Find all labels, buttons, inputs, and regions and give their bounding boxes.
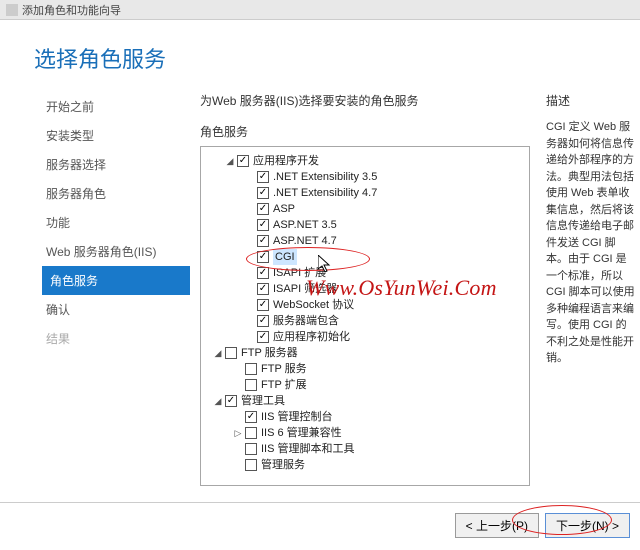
tree-label[interactable]: 应用程序初始化 (273, 329, 350, 345)
checkbox-app-dev[interactable] (237, 155, 249, 167)
tree-label[interactable]: FTP 服务器 (241, 345, 298, 361)
checkbox-aspnet-47[interactable] (257, 235, 269, 247)
checkbox-mgmt-tools[interactable] (225, 395, 237, 407)
sidebar-item-features[interactable]: 功能 (46, 208, 200, 237)
wizard-footer: < 上一步(P) 下一步(N) > (0, 502, 640, 550)
expand-icon[interactable]: ▷ (233, 428, 243, 438)
checkbox-websocket[interactable] (257, 299, 269, 311)
tree-label[interactable]: 应用程序开发 (253, 153, 319, 169)
checkbox-ftp-svc[interactable] (245, 363, 257, 375)
tree-label[interactable]: FTP 扩展 (261, 377, 307, 393)
checkbox-net-ext-47[interactable] (257, 187, 269, 199)
collapse-icon[interactable]: ◢ (213, 348, 223, 358)
tree-label[interactable]: ASP.NET 4.7 (273, 233, 337, 249)
tree-label[interactable]: .NET Extensibility 4.7 (273, 185, 377, 201)
checkbox-iis-scripts[interactable] (245, 443, 257, 455)
checkbox-mgmt-svc[interactable] (245, 459, 257, 471)
tree-label-cgi[interactable]: CGI (273, 249, 297, 265)
collapse-icon[interactable]: ◢ (213, 396, 223, 406)
tree-label[interactable]: IIS 6 管理兼容性 (261, 425, 342, 441)
checkbox-ftp-server[interactable] (225, 347, 237, 359)
desc-label: 描述 (546, 92, 636, 109)
tree-label[interactable]: FTP 服务 (261, 361, 307, 377)
sidebar-item-confirm[interactable]: 确认 (46, 295, 200, 324)
instruction-text: 为Web 服务器(IIS)选择要安装的角色服务 (200, 92, 530, 109)
checkbox-aspnet-35[interactable] (257, 219, 269, 231)
sidebar-item-server-select[interactable]: 服务器选择 (46, 150, 200, 179)
desc-body: CGI 定义 Web 服务器如何将信息传递给外部程序的方法。典型用法包括使用 W… (546, 119, 636, 367)
checkbox-ftp-ext[interactable] (245, 379, 257, 391)
tree-label[interactable]: IIS 管理脚本和工具 (261, 441, 355, 457)
checkbox-iis-console[interactable] (245, 411, 257, 423)
checkbox-app-init[interactable] (257, 331, 269, 343)
tree-label[interactable]: ASP (273, 201, 295, 217)
tree-label[interactable]: IIS 管理控制台 (261, 409, 333, 425)
checkbox-isapi-ext[interactable] (257, 267, 269, 279)
sidebar-item-install-type[interactable]: 安装类型 (46, 121, 200, 150)
tree-label[interactable]: WebSocket 协议 (273, 297, 354, 313)
next-button[interactable]: 下一步(N) > (545, 513, 630, 538)
window-title: 添加角色和功能向导 (22, 2, 121, 18)
checkbox-asp[interactable] (257, 203, 269, 215)
titlebar: 添加角色和功能向导 (0, 0, 640, 20)
tree-label[interactable]: ISAPI 扩展 (273, 265, 326, 281)
tree-label[interactable]: 管理工具 (241, 393, 285, 409)
sidebar-item-before[interactable]: 开始之前 (46, 92, 200, 121)
checkbox-net-ext-35[interactable] (257, 171, 269, 183)
checkbox-ssi[interactable] (257, 315, 269, 327)
tree-label[interactable]: ISAPI 筛选器 (273, 281, 337, 297)
sidebar-item-server-roles[interactable]: 服务器角色 (46, 179, 200, 208)
tree-label[interactable]: 服务器端包含 (273, 313, 339, 329)
checkbox-iis6-compat[interactable] (245, 427, 257, 439)
prev-button[interactable]: < 上一步(P) (455, 513, 539, 538)
page-title: 选择角色服务 (0, 20, 640, 92)
role-services-tree[interactable]: ◢ 应用程序开发 .NET Extensibility 3.5 .NET Exte… (200, 146, 530, 486)
sidebar-item-result: 结果 (46, 324, 200, 353)
tree-label[interactable]: .NET Extensibility 3.5 (273, 169, 377, 185)
roles-label: 角色服务 (200, 123, 530, 140)
checkbox-isapi-filt[interactable] (257, 283, 269, 295)
wizard-icon (6, 4, 18, 16)
sidebar-item-role-services[interactable]: 角色服务 (42, 266, 190, 295)
checkbox-cgi[interactable] (257, 251, 269, 263)
sidebar-item-iis-role[interactable]: Web 服务器角色(IIS) (46, 237, 200, 266)
tree-label[interactable]: ASP.NET 3.5 (273, 217, 337, 233)
tree-label[interactable]: 管理服务 (261, 457, 305, 473)
collapse-icon[interactable]: ◢ (225, 156, 235, 166)
wizard-sidebar: 开始之前 安装类型 服务器选择 服务器角色 功能 Web 服务器角色(IIS) … (0, 92, 200, 502)
